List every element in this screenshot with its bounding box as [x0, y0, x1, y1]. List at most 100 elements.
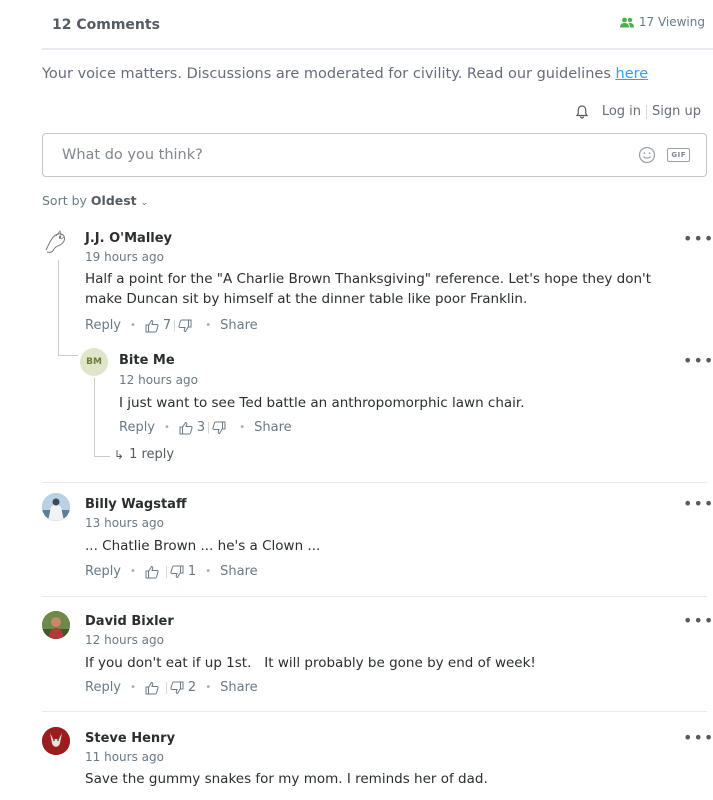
vote-divider [165, 681, 167, 694]
comment-author[interactable]: J.J. O'Malley [85, 231, 172, 246]
comment-body: If you don't eat if up 1st. It will prob… [85, 655, 536, 671]
separator-dot: • [130, 682, 136, 693]
separator-dot: • [205, 682, 212, 693]
moderation-notice: Your voice matters. Discussions are mode… [42, 66, 648, 82]
more-options-icon[interactable]: ••• [683, 730, 713, 746]
comment-time[interactable]: 12 hours ago [85, 633, 164, 647]
viewing-count: 17 Viewing [619, 15, 705, 29]
more-options-icon[interactable]: ••• [683, 496, 713, 512]
bell-icon[interactable] [575, 104, 588, 119]
comment-divider [42, 596, 707, 597]
thumbs-down-icon [212, 421, 226, 434]
show-replies-link[interactable]: ↳ 1 reply [114, 447, 174, 462]
viewing-label: 17 Viewing [638, 15, 705, 29]
avatar[interactable]: BM [80, 348, 108, 376]
thumbs-down-icon [170, 565, 184, 578]
notice-text: Your voice matters. Discussions are mode… [42, 66, 616, 82]
thumbs-down-icon [178, 319, 192, 332]
separator-dot: • [130, 320, 136, 331]
downvote-count: 1 [187, 564, 197, 579]
downvote-button[interactable]: 1 [170, 564, 196, 579]
comment-author[interactable]: Billy Wagstaff [85, 497, 187, 512]
reply-thread-line [94, 378, 95, 456]
upvote-count: 3 [196, 420, 206, 435]
chevron-down-icon: ⌄ [140, 198, 149, 208]
separator-dot: • [164, 422, 170, 433]
reply-connector [94, 456, 110, 457]
thumbs-up-icon [145, 681, 159, 694]
downvote-button[interactable] [212, 421, 230, 435]
profile-photo-icon [42, 493, 70, 521]
guidelines-link[interactable]: here [616, 66, 649, 82]
profile-photo-icon [42, 727, 70, 755]
comment-time[interactable]: 11 hours ago [85, 750, 164, 764]
profile-photo-icon [42, 611, 70, 639]
downvote-button[interactable]: 2 [170, 680, 196, 695]
thumbs-up-icon [179, 421, 193, 434]
reply-button[interactable]: Reply [119, 420, 155, 435]
comment-input[interactable]: What do you think? GIF [42, 133, 707, 177]
more-options-icon[interactable]: ••• [683, 353, 713, 369]
comment-time[interactable]: 13 hours ago [85, 516, 164, 530]
replies-count: 1 reply [129, 447, 175, 462]
comment-actions: Reply • 2 • Share [85, 680, 258, 695]
share-button[interactable]: Share [220, 564, 258, 579]
avatar-initials: BM [86, 357, 102, 367]
comment-count: 12 Comments [52, 17, 160, 33]
sort-dropdown[interactable]: Sort by Oldest ⌄ [42, 193, 148, 208]
comment-divider [42, 711, 707, 712]
comment-author[interactable]: David Bixler [85, 614, 174, 629]
dragon-sketch-icon [45, 230, 65, 253]
share-button[interactable]: Share [220, 680, 258, 695]
comment-body: Save the gummy snakes for my mom. I remi… [85, 771, 488, 787]
share-button[interactable]: Share [220, 318, 258, 333]
separator-dot: • [205, 320, 212, 331]
downvote-button[interactable] [178, 319, 196, 333]
share-button[interactable]: Share [254, 420, 292, 435]
comment-author[interactable]: Steve Henry [85, 731, 175, 746]
avatar[interactable] [42, 493, 70, 521]
reply-button[interactable]: Reply [85, 680, 121, 695]
comment-placeholder: What do you think? [62, 147, 203, 163]
thumbs-down-icon [170, 681, 184, 694]
thumbs-up-icon [145, 565, 159, 578]
thread-connector [58, 355, 78, 356]
comment-actions: Reply • 1 • Share [85, 564, 258, 579]
reply-button[interactable]: Reply [85, 318, 121, 333]
comment-time[interactable]: 12 hours ago [119, 373, 198, 387]
vote-divider [208, 421, 210, 434]
upvote-button[interactable] [145, 565, 163, 579]
upvote-button[interactable]: 3 [179, 420, 205, 435]
separator-dot: • [239, 422, 246, 433]
login-link[interactable]: Log in [602, 104, 641, 119]
auth-bar: Log in Sign up [575, 104, 701, 119]
vote-divider [165, 565, 167, 578]
upvote-button[interactable]: 7 [145, 318, 171, 333]
comment-actions: Reply • 7 • Share [85, 318, 258, 333]
comment-author[interactable]: Bite Me [119, 353, 175, 368]
upvote-count: 7 [162, 318, 172, 333]
comment-body: ... Chatlie Brown ... he's a Clown ... [85, 538, 321, 554]
more-options-icon[interactable]: ••• [683, 613, 713, 629]
upvote-button[interactable] [145, 681, 163, 695]
reply-button[interactable]: Reply [85, 564, 121, 579]
signup-link[interactable]: Sign up [652, 104, 701, 119]
avatar[interactable] [42, 228, 70, 256]
thumbs-up-icon [145, 319, 159, 332]
comments-header: 12 Comments 17 Viewing [42, 0, 713, 50]
downvote-count: 2 [187, 680, 197, 695]
sort-value: Oldest [90, 193, 137, 208]
avatar[interactable] [42, 611, 70, 639]
comment-divider [42, 482, 707, 483]
comment-body: I just want to see Ted battle an anthrop… [119, 395, 525, 411]
users-icon [619, 17, 634, 27]
thread-line [58, 260, 59, 356]
avatar[interactable] [42, 727, 70, 755]
emoji-icon[interactable] [638, 146, 656, 164]
separator-dot: • [130, 566, 136, 577]
more-options-icon[interactable]: ••• [683, 231, 713, 247]
sort-label: Sort by [42, 193, 91, 208]
reply-arrow-icon: ↳ [114, 447, 125, 462]
comment-time[interactable]: 19 hours ago [85, 250, 164, 264]
gif-button[interactable]: GIF [667, 148, 690, 162]
